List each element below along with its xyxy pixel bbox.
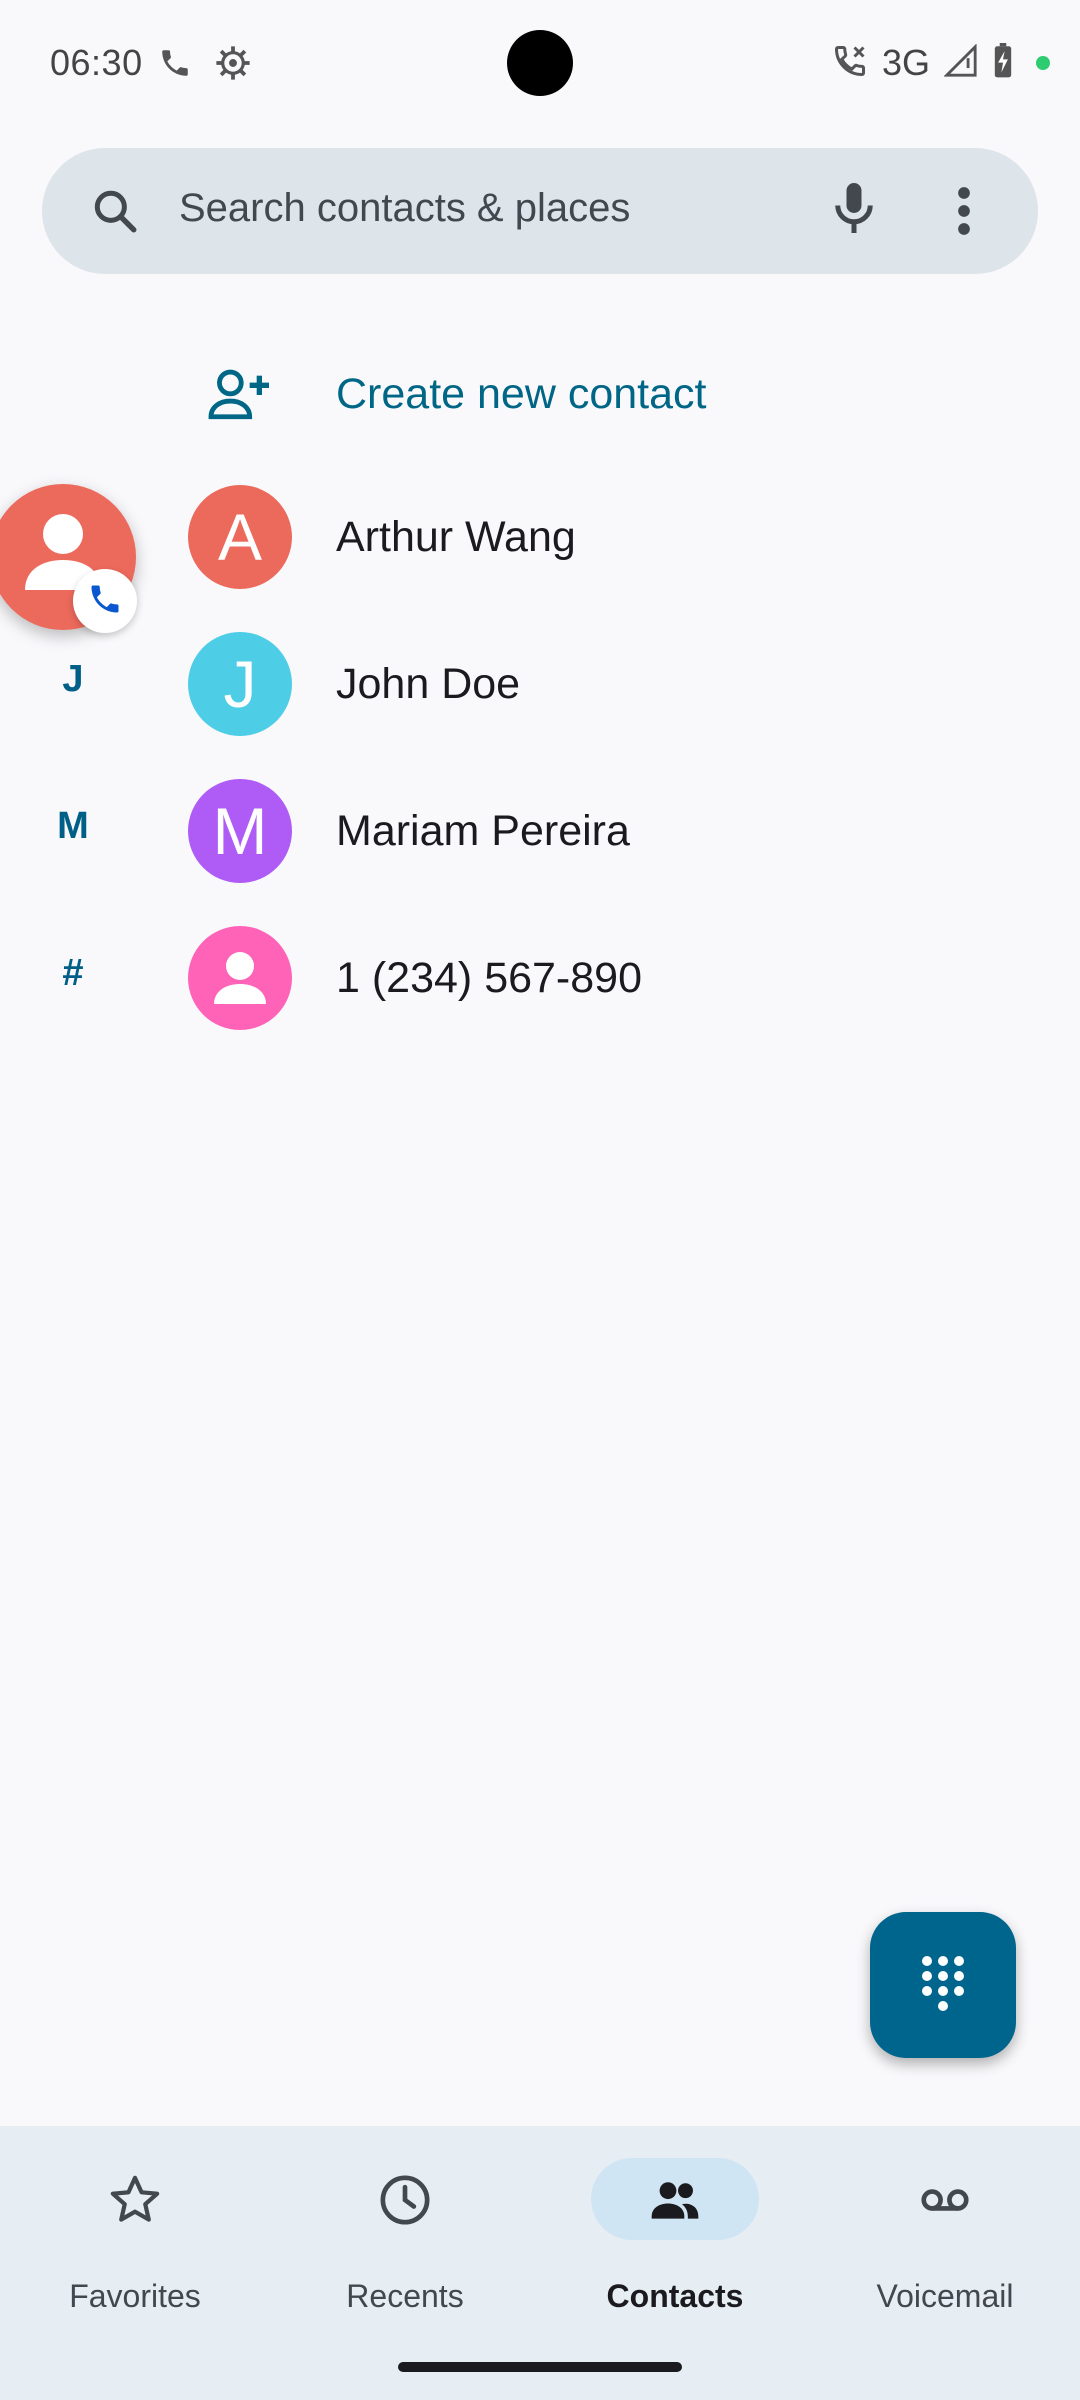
privacy-indicator-dot [1036, 56, 1050, 70]
people-icon [647, 2172, 703, 2228]
camera-cutout [507, 30, 573, 96]
more-vert-icon[interactable] [952, 184, 976, 243]
nav-label: Voicemail [876, 2278, 1014, 2314]
person-add-icon [208, 366, 272, 429]
section-letter: J [62, 658, 84, 700]
dialpad-icon [918, 1953, 968, 2018]
contact-row[interactable]: # 1 (234) 567-890 [0, 908, 1080, 1048]
avatar: M [188, 779, 292, 883]
nav-label: Recents [346, 2278, 464, 2314]
nav-contacts[interactable]: Contacts [540, 2126, 810, 2400]
dialpad-button[interactable] [870, 1912, 1016, 2058]
contact-row[interactable]: J J John Doe [0, 614, 1080, 754]
status-left-icons [158, 44, 252, 87]
microphone-icon[interactable] [824, 178, 884, 243]
nav-label: Contacts [606, 2278, 744, 2314]
avatar [188, 926, 292, 1030]
contact-row[interactable]: M M Mariam Pereira [0, 761, 1080, 901]
section-letter: M [57, 805, 89, 847]
home-indicator[interactable] [398, 2362, 682, 2372]
phone-icon [158, 46, 192, 85]
clock-icon [377, 2172, 433, 2228]
status-right-icons: 3G [832, 42, 1050, 84]
status-time: 06:30 [50, 42, 143, 83]
status-bar: 06:30 3G [0, 0, 1080, 130]
person-silhouette-icon [214, 952, 266, 1004]
contact-name: John Doe [336, 660, 521, 708]
nav-label: Favorites [69, 2278, 201, 2314]
call-active-icon [832, 43, 868, 84]
network-type: 3G [881, 42, 930, 83]
battery-charging-icon [992, 42, 1014, 84]
search-input[interactable]: Search contacts & places [179, 186, 630, 231]
contact-name: Arthur Wang [336, 513, 576, 561]
phone-icon [87, 581, 123, 622]
signal-icon [943, 42, 978, 83]
nav-favorites[interactable]: Favorites [0, 2126, 270, 2400]
star-icon [107, 2172, 163, 2228]
contact-row[interactable]: A Arthur Wang [0, 467, 1080, 607]
search-bar[interactable]: Search contacts & places [42, 148, 1038, 274]
settings-gear-icon [214, 44, 252, 87]
bottom-navigation: Favorites Recents Contacts Voicemail [0, 2126, 1080, 2400]
nav-voicemail[interactable]: Voicemail [810, 2126, 1080, 2400]
create-new-contact-row[interactable]: Create new contact [0, 340, 1080, 450]
call-bubble-badge [73, 569, 137, 633]
avatar: A [188, 485, 292, 589]
section-letter: # [62, 952, 84, 994]
search-icon[interactable] [90, 186, 140, 241]
contacts-screen: 06:30 3G Search contacts & places Create… [0, 0, 1080, 2400]
create-new-contact-label: Create new contact [336, 370, 707, 418]
contact-name: Mariam Pereira [336, 807, 630, 855]
nav-recents[interactable]: Recents [270, 2126, 540, 2400]
contact-name: 1 (234) 567-890 [336, 954, 642, 1002]
avatar: J [188, 632, 292, 736]
voicemail-icon [917, 2172, 973, 2228]
